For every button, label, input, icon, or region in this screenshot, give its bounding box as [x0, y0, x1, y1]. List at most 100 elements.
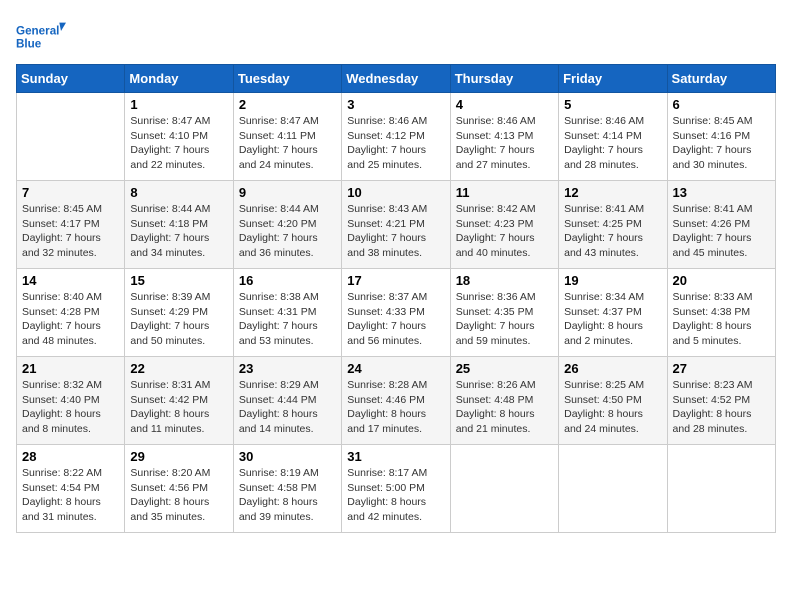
- calendar-cell: 17Sunrise: 8:37 AMSunset: 4:33 PMDayligh…: [342, 269, 450, 357]
- day-header-monday: Monday: [125, 65, 233, 93]
- calendar-cell: [17, 93, 125, 181]
- svg-text:General: General: [16, 24, 59, 37]
- day-info: Sunrise: 8:45 AMSunset: 4:16 PMDaylight:…: [673, 114, 770, 173]
- day-info: Sunrise: 8:17 AMSunset: 5:00 PMDaylight:…: [347, 466, 444, 525]
- calendar-cell: 3 Sunrise: 8:46 AMSunset: 4:12 PMDaylight…: [342, 93, 450, 181]
- day-number: 10: [347, 185, 444, 200]
- calendar-cell: [667, 445, 775, 533]
- calendar-cell: 9 Sunrise: 8:44 AMSunset: 4:20 PMDaylight…: [233, 181, 341, 269]
- calendar-cell: 28 Sunrise: 8:22 AMSunset: 4:54 PMDayligh…: [17, 445, 125, 533]
- page-header: General Blue: [16, 16, 776, 56]
- day-info: Sunrise: 8:32 AMSunset: 4:40 PMDaylight:…: [22, 378, 119, 437]
- day-number: 26: [564, 361, 661, 376]
- day-info: Sunrise: 8:46 AMSunset: 4:12 PMDaylight:…: [347, 114, 444, 173]
- day-info: Sunrise: 8:26 AMSunset: 4:48 PMDaylight:…: [456, 378, 553, 437]
- calendar-cell: 8 Sunrise: 8:44 AMSunset: 4:18 PMDaylight…: [125, 181, 233, 269]
- calendar-cell: 10 Sunrise: 8:43 AMSunset: 4:21 PMDayligh…: [342, 181, 450, 269]
- calendar-cell: 5 Sunrise: 8:46 AMSunset: 4:14 PMDaylight…: [559, 93, 667, 181]
- day-number: 25: [456, 361, 553, 376]
- day-number: 11: [456, 185, 553, 200]
- day-info: Sunrise: 8:19 AMSunset: 4:58 PMDaylight:…: [239, 466, 336, 525]
- calendar-cell: 15 Sunrise: 8:39 AMSunset: 4:29 PMDayligh…: [125, 269, 233, 357]
- calendar-cell: 12Sunrise: 8:41 AMSunset: 4:25 PMDayligh…: [559, 181, 667, 269]
- day-info: Sunrise: 8:23 AMSunset: 4:52 PMDaylight:…: [673, 378, 770, 437]
- day-header-thursday: Thursday: [450, 65, 558, 93]
- day-header-sunday: Sunday: [17, 65, 125, 93]
- day-number: 18: [456, 273, 553, 288]
- day-info: Sunrise: 8:46 AMSunset: 4:14 PMDaylight:…: [564, 114, 661, 173]
- day-info: Sunrise: 8:44 AMSunset: 4:18 PMDaylight:…: [130, 202, 227, 261]
- day-info: Sunrise: 8:43 AMSunset: 4:21 PMDaylight:…: [347, 202, 444, 261]
- day-info: Sunrise: 8:20 AMSunset: 4:56 PMDaylight:…: [130, 466, 227, 525]
- calendar-cell: 25 Sunrise: 8:26 AMSunset: 4:48 PMDayligh…: [450, 357, 558, 445]
- day-number: 15: [130, 273, 227, 288]
- day-info: Sunrise: 8:33 AMSunset: 4:38 PMDaylight:…: [673, 290, 770, 349]
- day-info: Sunrise: 8:47 AMSunset: 4:11 PMDaylight:…: [239, 114, 336, 173]
- calendar-cell: 27Sunrise: 8:23 AMSunset: 4:52 PMDayligh…: [667, 357, 775, 445]
- logo: General Blue: [16, 16, 66, 56]
- day-number: 31: [347, 449, 444, 464]
- calendar-cell: 18 Sunrise: 8:36 AMSunset: 4:35 PMDayligh…: [450, 269, 558, 357]
- day-info: Sunrise: 8:46 AMSunset: 4:13 PMDaylight:…: [456, 114, 553, 173]
- day-info: Sunrise: 8:39 AMSunset: 4:29 PMDaylight:…: [130, 290, 227, 349]
- day-number: 19: [564, 273, 661, 288]
- day-number: 9: [239, 185, 336, 200]
- calendar-cell: 26 Sunrise: 8:25 AMSunset: 4:50 PMDayligh…: [559, 357, 667, 445]
- day-header-tuesday: Tuesday: [233, 65, 341, 93]
- calendar-cell: 19 Sunrise: 8:34 AMSunset: 4:37 PMDayligh…: [559, 269, 667, 357]
- calendar-cell: 22Sunrise: 8:31 AMSunset: 4:42 PMDayligh…: [125, 357, 233, 445]
- day-number: 21: [22, 361, 119, 376]
- calendar-cell: 31 Sunrise: 8:17 AMSunset: 5:00 PMDayligh…: [342, 445, 450, 533]
- day-number: 5: [564, 97, 661, 112]
- day-info: Sunrise: 8:34 AMSunset: 4:37 PMDaylight:…: [564, 290, 661, 349]
- day-number: 12: [564, 185, 661, 200]
- day-number: 16: [239, 273, 336, 288]
- logo-svg: General Blue: [16, 16, 66, 56]
- day-info: Sunrise: 8:31 AMSunset: 4:42 PMDaylight:…: [130, 378, 227, 437]
- calendar-cell: 7 Sunrise: 8:45 AMSunset: 4:17 PMDaylight…: [17, 181, 125, 269]
- calendar-cell: 29 Sunrise: 8:20 AMSunset: 4:56 PMDayligh…: [125, 445, 233, 533]
- calendar-cell: 30 Sunrise: 8:19 AMSunset: 4:58 PMDayligh…: [233, 445, 341, 533]
- day-number: 8: [130, 185, 227, 200]
- svg-text:Blue: Blue: [16, 38, 42, 51]
- day-number: 2: [239, 97, 336, 112]
- day-info: Sunrise: 8:25 AMSunset: 4:50 PMDaylight:…: [564, 378, 661, 437]
- day-info: Sunrise: 8:47 AMSunset: 4:10 PMDaylight:…: [130, 114, 227, 173]
- day-number: 29: [130, 449, 227, 464]
- day-number: 30: [239, 449, 336, 464]
- calendar-cell: 20Sunrise: 8:33 AMSunset: 4:38 PMDayligh…: [667, 269, 775, 357]
- day-number: 28: [22, 449, 119, 464]
- calendar-cell: 16Sunrise: 8:38 AMSunset: 4:31 PMDayligh…: [233, 269, 341, 357]
- calendar-cell: [559, 445, 667, 533]
- calendar-cell: 4 Sunrise: 8:46 AMSunset: 4:13 PMDaylight…: [450, 93, 558, 181]
- day-info: Sunrise: 8:29 AMSunset: 4:44 PMDaylight:…: [239, 378, 336, 437]
- day-number: 7: [22, 185, 119, 200]
- day-number: 4: [456, 97, 553, 112]
- calendar-header: SundayMondayTuesdayWednesdayThursdayFrid…: [17, 65, 776, 93]
- day-number: 1: [130, 97, 227, 112]
- day-info: Sunrise: 8:40 AMSunset: 4:28 PMDaylight:…: [22, 290, 119, 349]
- day-info: Sunrise: 8:41 AMSunset: 4:26 PMDaylight:…: [673, 202, 770, 261]
- day-number: 23: [239, 361, 336, 376]
- day-number: 13: [673, 185, 770, 200]
- calendar-cell: 24Sunrise: 8:28 AMSunset: 4:46 PMDayligh…: [342, 357, 450, 445]
- day-info: Sunrise: 8:28 AMSunset: 4:46 PMDaylight:…: [347, 378, 444, 437]
- day-info: Sunrise: 8:44 AMSunset: 4:20 PMDaylight:…: [239, 202, 336, 261]
- day-number: 14: [22, 273, 119, 288]
- calendar-cell: [450, 445, 558, 533]
- calendar-table: SundayMondayTuesdayWednesdayThursdayFrid…: [16, 64, 776, 533]
- day-info: Sunrise: 8:36 AMSunset: 4:35 PMDaylight:…: [456, 290, 553, 349]
- day-info: Sunrise: 8:45 AMSunset: 4:17 PMDaylight:…: [22, 202, 119, 261]
- day-number: 17: [347, 273, 444, 288]
- calendar-cell: 6 Sunrise: 8:45 AMSunset: 4:16 PMDaylight…: [667, 93, 775, 181]
- day-header-wednesday: Wednesday: [342, 65, 450, 93]
- day-info: Sunrise: 8:22 AMSunset: 4:54 PMDaylight:…: [22, 466, 119, 525]
- day-header-saturday: Saturday: [667, 65, 775, 93]
- day-number: 3: [347, 97, 444, 112]
- calendar-cell: 13 Sunrise: 8:41 AMSunset: 4:26 PMDayligh…: [667, 181, 775, 269]
- day-number: 6: [673, 97, 770, 112]
- calendar-cell: 21 Sunrise: 8:32 AMSunset: 4:40 PMDayligh…: [17, 357, 125, 445]
- calendar-cell: 11Sunrise: 8:42 AMSunset: 4:23 PMDayligh…: [450, 181, 558, 269]
- calendar-cell: 23 Sunrise: 8:29 AMSunset: 4:44 PMDayligh…: [233, 357, 341, 445]
- calendar-cell: 2 Sunrise: 8:47 AMSunset: 4:11 PMDaylight…: [233, 93, 341, 181]
